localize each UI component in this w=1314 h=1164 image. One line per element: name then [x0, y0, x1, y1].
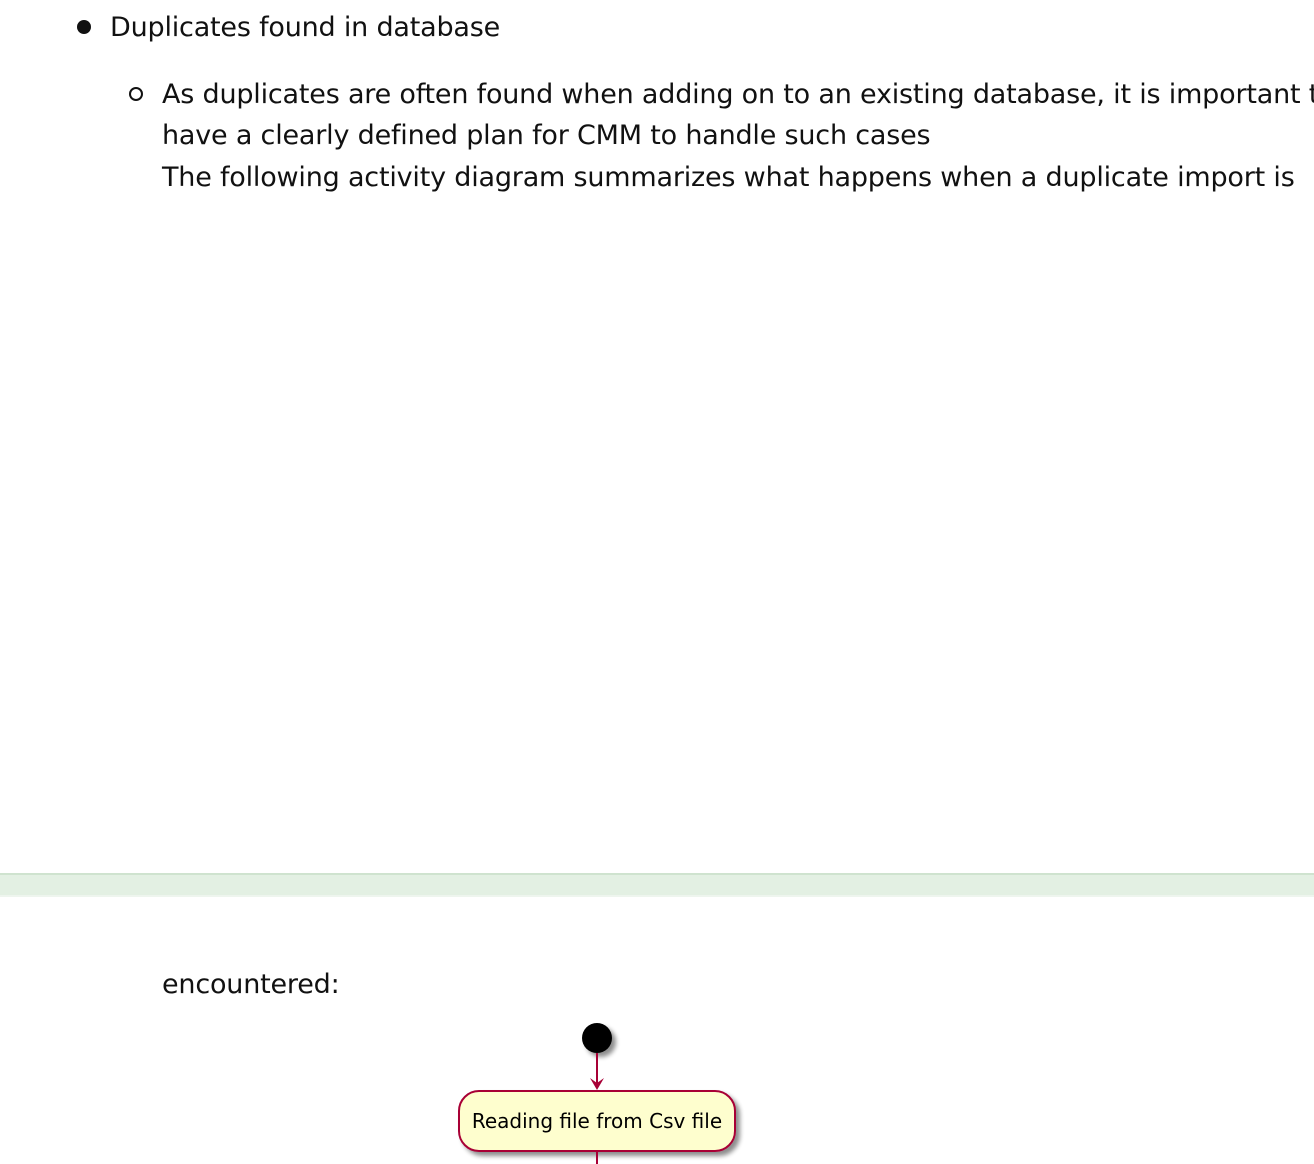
sub-item-line-3: The following activity diagram summarize… [162, 162, 1295, 193]
sub-item-line-2: have a clearly defined plan for CMM to h… [162, 120, 931, 151]
continued-text: encountered: [162, 969, 340, 1000]
page-break-separator [0, 873, 1314, 897]
sub-item-line-1: As duplicates are often found when addin… [162, 79, 1314, 110]
activity-diagram: Reading file from Csv file [458, 1023, 736, 1164]
bullet-disc-icon [77, 20, 91, 34]
bullet-item-text: Duplicates found in database [110, 12, 501, 43]
bullet-circle-icon [129, 87, 143, 101]
start-node [582, 1023, 612, 1053]
activity-label: Reading file from Csv file [472, 1109, 722, 1133]
